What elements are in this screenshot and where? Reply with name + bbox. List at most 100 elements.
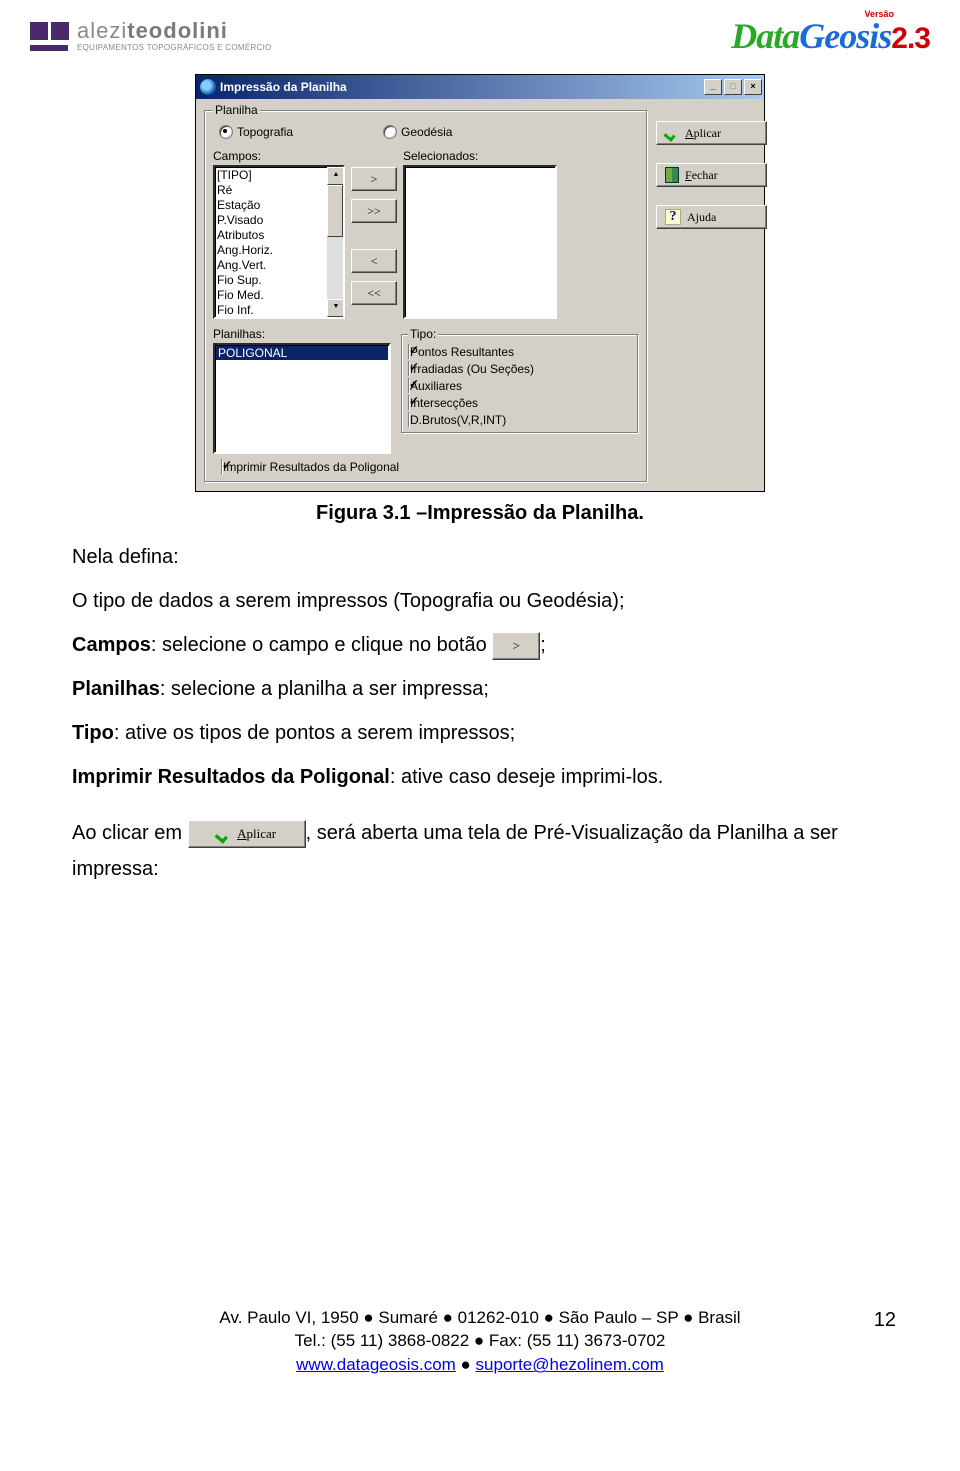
page-footer: 12 Av. Paulo VI, 1950 ● Sumaré ● 01262-0… [0,1306,960,1377]
window-title: Impressão da Planilha [220,80,704,94]
figure-caption: Figura 3.1 –Impressão da Planilha. [0,502,960,525]
page-number: 12 [874,1306,896,1334]
minimize-button[interactable]: _ [704,79,722,95]
list-item[interactable]: Ré [217,183,325,198]
checkbox-label: Intersecções [410,396,478,410]
bold-label: Campos [72,634,151,656]
radio-dot-icon [383,125,397,139]
checkbox-icon [408,361,410,377]
footer-link-email[interactable]: suporte@hezolinem.com [476,1355,664,1374]
list-item[interactable]: Ang.Vert. [217,258,325,273]
text: : ative os tipos de pontos a serem impre… [114,722,515,744]
brand-left-2: teodolini [127,18,228,43]
page-header: aleziteodolini EQUIPAMENTOS TOPOGRÁFICOS… [0,0,960,66]
listbox-selecionados[interactable] [403,165,557,319]
list-item[interactable]: Estação [217,198,325,213]
scroll-thumb[interactable] [327,185,343,237]
close-button[interactable]: × [744,79,762,95]
paragraph: Imprimir Resultados da Poligonal: ative … [72,759,888,795]
list-item[interactable]: Fio Sup. [217,273,325,288]
titlebar[interactable]: Impressão da Planilha _ □ × [196,75,764,99]
radio-geodesia[interactable]: Geodésia [383,125,452,139]
checkbox-imprimir-resultados[interactable]: Imprimir Resultados da Poligonal [221,459,399,475]
check-icon [665,127,679,139]
paragraph: Tipo: ative os tipos de pontos a serem i… [72,715,888,751]
logo-aleziteodolini: aleziteodolini EQUIPAMENTOS TOPOGRÁFICOS… [30,20,272,52]
list-item[interactable]: Fio Med. [217,288,325,303]
text: : selecione a planilha a ser impressa; [160,678,489,700]
radio-dot-icon [219,125,233,139]
list-item[interactable]: POLIGONAL [216,346,388,360]
scroll-down-icon[interactable]: ▼ [327,299,345,317]
groupbox-planilha: Planilha Topografia Geodésia [204,103,648,483]
fechar-label-rest: echar [692,168,718,182]
move-right-button[interactable]: > [351,167,397,191]
radio-topografia[interactable]: Topografia [219,125,293,139]
brand-right-1: Data [731,16,799,56]
door-icon [665,167,679,183]
checkbox-irradiadas[interactable]: Irradiadas (Ou Seções) [408,362,632,376]
scrollbar[interactable]: ▲ ▼ [327,167,343,317]
checkbox-dbrutos[interactable]: D.Brutos(V,R,INT) [408,413,632,427]
version-label: Versão [864,9,894,19]
bold-label: Tipo [72,722,114,744]
checkbox-interseccoes[interactable]: Intersecções [408,396,632,410]
checkbox-auxiliares[interactable]: Auxiliares [408,379,632,393]
move-all-right-button[interactable]: >> [351,199,397,223]
text: ; [540,634,546,656]
footer-line-2: Tel.: (55 11) 3868-0822 ● Fax: (55 11) 3… [0,1329,960,1353]
move-left-button[interactable]: < [351,249,397,273]
fechar-button[interactable]: Fechar [656,163,767,187]
text: : selecione o campo e clique no botão [151,634,492,656]
ajuda-button[interactable]: ? Ajuda [656,205,767,229]
bold-label: Planilhas [72,678,160,700]
logo-datageosis: Versão DataGeosis2.3 [731,15,930,57]
radio-topografia-label: Topografia [237,125,293,139]
move-all-left-button[interactable]: << [351,281,397,305]
checkbox-icon [408,378,410,394]
groupbox-planilha-legend: Planilha [213,103,260,117]
bold-label: Imprimir Resultados da Poligonal [72,766,390,788]
checkbox-icon [221,459,223,475]
text: : ative caso deseje imprimi-los. [390,766,663,788]
groupbox-tipo: Tipo: Pontos Resultantes Irradiadas (Ou … [401,327,639,434]
checkbox-icon [408,412,410,428]
paragraph: Campos: selecione o campo e clique no bo… [72,627,888,663]
listbox-planilhas[interactable]: POLIGONAL [213,343,391,454]
groupbox-tipo-legend: Tipo: [408,327,438,341]
brand-left-1: alezi [77,18,127,43]
checkbox-icon [408,344,410,360]
check-icon [216,827,231,840]
text: Ao clicar em [72,822,188,844]
aplicar-label-rest: plicar [694,126,721,140]
list-item[interactable]: [TIPO] [217,168,325,183]
inline-btn-label: > [513,634,520,657]
ajuda-label-rest: uda [699,210,716,224]
aplicar-button[interactable]: Aplicar [656,121,767,145]
scroll-up-icon[interactable]: ▲ [327,167,345,185]
checkbox-label: Irradiadas (Ou Seções) [410,362,534,376]
checkbox-label: Imprimir Resultados da Poligonal [223,460,399,474]
label-planilhas: Planilhas: [213,327,391,341]
dialog-impressao-planilha: Impressão da Planilha _ □ × Planilha Top… [195,74,765,492]
maximize-button: □ [724,79,742,95]
list-item[interactable]: Ang.Horiz. [217,243,325,258]
label-campos: Campos: [213,149,345,163]
list-item[interactable]: Atributos [217,228,325,243]
inline-move-right-button: > [492,632,540,660]
version-num: 2.3 [891,22,930,55]
checkbox-icon [408,395,410,411]
brand-left-sub: EQUIPAMENTOS TOPOGRÁFICOS E COMÉRCIO [77,44,272,52]
paragraph: Planilhas: selecione a planilha a ser im… [72,671,888,707]
footer-line-1: Av. Paulo VI, 1950 ● Sumaré ● 01262-010 … [0,1306,960,1330]
list-item[interactable]: P.Visado [217,213,325,228]
label-selecionados: Selecionados: [403,149,557,163]
footer-link-website[interactable]: www.datageosis.com [296,1355,456,1374]
checkbox-pontos-resultantes[interactable]: Pontos Resultantes [408,345,632,359]
footer-sep: ● [456,1355,476,1374]
listbox-campos[interactable]: [TIPO] Ré Estação P.Visado Atributos Ang… [213,165,345,319]
paragraph: O tipo de dados a serem impressos (Topog… [72,583,888,619]
list-item[interactable]: Fio Inf. [217,303,325,318]
app-icon [200,79,216,95]
paragraph: Nela defina: [72,539,888,575]
